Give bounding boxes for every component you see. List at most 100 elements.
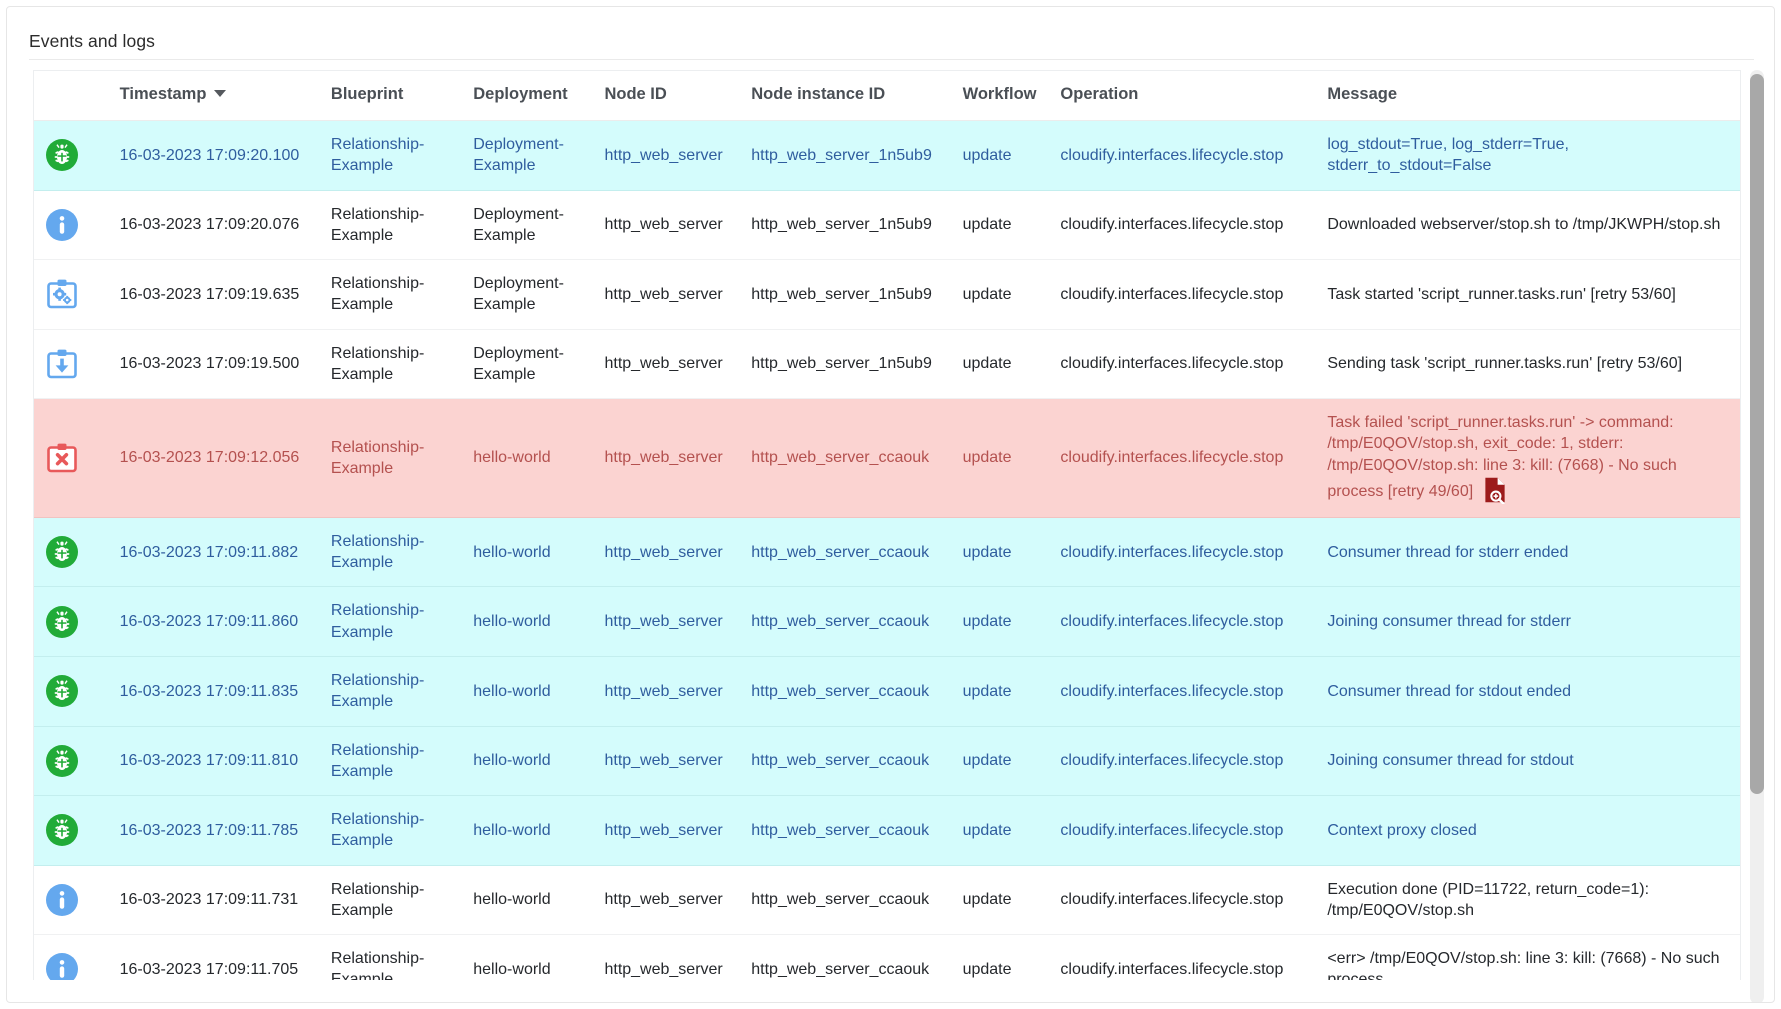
table-row[interactable]: 16-03-2023 17:09:20.100 Relationship-Exam… <box>34 120 1740 191</box>
cell-node-instance-id: http_web_server_ccaouk <box>741 795 953 866</box>
row-level-icon-cell <box>34 795 110 866</box>
vertical-scrollbar-thumb[interactable] <box>1750 74 1764 794</box>
column-header-timestamp[interactable]: Timestamp <box>109 71 321 121</box>
cell-operation: cloudify.interfaces.lifecycle.stop <box>1050 120 1318 191</box>
table-row[interactable]: 16-03-2023 17:09:11.860 Relationship-Exam… <box>34 586 1740 657</box>
title-divider <box>29 59 1754 60</box>
row-level-icon-cell <box>34 517 110 588</box>
cell-deployment: Deployment-Example <box>463 120 595 191</box>
cell-node-id: http_web_server <box>594 398 742 518</box>
events-table-scroll-container[interactable]: Timestamp Blueprint Deployment Node ID N… <box>33 70 1754 1002</box>
cell-node-id: http_web_server <box>594 329 742 400</box>
events-and-logs-panel: Events and logs Timestamp Blueprint Depl… <box>6 6 1775 1003</box>
message-text: Task started 'script_runner.tasks.run' [… <box>1327 285 1676 303</box>
bug-icon <box>44 534 80 570</box>
table-row[interactable]: 16-03-2023 17:09:11.785 Relationship-Exam… <box>34 795 1740 866</box>
message-text: Consumer thread for stderr ended <box>1327 543 1569 561</box>
cell-operation: cloudify.interfaces.lifecycle.stop <box>1050 398 1318 518</box>
cell-node-id: http_web_server <box>594 259 742 330</box>
bug-icon <box>44 604 80 640</box>
cell-blueprint: Relationship-Example <box>320 656 464 727</box>
bug-icon <box>44 812 80 848</box>
row-level-icon-cell <box>34 190 110 261</box>
cell-node-id: http_web_server <box>594 120 742 191</box>
cell-blueprint: Relationship-Example <box>320 190 464 261</box>
cell-operation: cloudify.interfaces.lifecycle.stop <box>1050 726 1318 797</box>
cell-timestamp: 16-03-2023 17:09:11.785 <box>109 795 321 866</box>
cell-timestamp: 16-03-2023 17:09:11.810 <box>109 726 321 797</box>
column-header-message[interactable]: Message <box>1317 71 1740 121</box>
cell-timestamp: 16-03-2023 17:09:11.860 <box>109 586 321 657</box>
cell-message: Task failed 'script_runner.tasks.run' ->… <box>1317 398 1740 518</box>
table-bottom-mask <box>33 980 1754 1002</box>
caret-down-icon[interactable] <box>214 90 227 98</box>
column-header-deployment[interactable]: Deployment <box>463 71 595 121</box>
cell-operation: cloudify.interfaces.lifecycle.stop <box>1050 795 1318 866</box>
column-header-node-instance-id[interactable]: Node instance ID <box>741 71 953 121</box>
table-row[interactable]: 16-03-2023 17:09:11.731 Relationship-Exam… <box>34 865 1740 936</box>
cell-workflow: update <box>952 120 1051 191</box>
cell-node-id: http_web_server <box>594 795 742 866</box>
cell-node-id: http_web_server <box>594 865 742 936</box>
row-level-icon-cell <box>34 120 110 191</box>
column-header-blueprint[interactable]: Blueprint <box>320 71 464 121</box>
cell-message: Context proxy closed <box>1317 795 1740 866</box>
row-level-icon-cell <box>34 398 110 518</box>
cell-node-instance-id: http_web_server_ccaouk <box>741 586 953 657</box>
cell-node-instance-id: http_web_server_ccaouk <box>741 398 953 518</box>
cell-blueprint: Relationship-Example <box>320 398 464 518</box>
cell-blueprint: Relationship-Example <box>320 120 464 191</box>
column-header-node-id[interactable]: Node ID <box>594 71 742 121</box>
info-circle-icon <box>44 882 80 918</box>
cell-node-instance-id: http_web_server_1n5ub9 <box>741 120 953 191</box>
cell-message: Downloaded webserver/stop.sh to /tmp/JKW… <box>1317 190 1740 261</box>
cell-message: Joining consumer thread for stdout <box>1317 726 1740 797</box>
cell-message: Task started 'script_runner.tasks.run' [… <box>1317 259 1740 330</box>
message-text: Joining consumer thread for stderr <box>1327 613 1571 631</box>
cell-blueprint: Relationship-Example <box>320 329 464 400</box>
table-row[interactable]: 16-03-2023 17:09:19.500 Relationship-Exam… <box>34 329 1740 400</box>
cell-operation: cloudify.interfaces.lifecycle.stop <box>1050 329 1318 400</box>
cell-operation: cloudify.interfaces.lifecycle.stop <box>1050 517 1318 588</box>
message-text: log_stdout=True, log_stderr=True, stderr… <box>1327 136 1569 175</box>
cell-node-id: http_web_server <box>594 586 742 657</box>
bug-icon <box>44 137 80 173</box>
table-row[interactable]: 16-03-2023 17:09:20.076 Relationship-Exam… <box>34 190 1740 261</box>
cell-deployment: hello-world <box>463 586 595 657</box>
cell-blueprint: Relationship-Example <box>320 795 464 866</box>
cell-message: Consumer thread for stdout ended <box>1317 656 1740 727</box>
events-table-header: Timestamp Blueprint Deployment Node ID N… <box>34 71 1740 121</box>
page-title: Events and logs <box>29 31 156 51</box>
message-text: Execution done (PID=11722, return_code=1… <box>1327 880 1650 919</box>
table-row[interactable]: 16-03-2023 17:09:11.835 Relationship-Exam… <box>34 656 1740 727</box>
cell-deployment: hello-world <box>463 795 595 866</box>
message-text: Context proxy closed <box>1327 821 1477 839</box>
column-header-operation[interactable]: Operation <box>1050 71 1318 121</box>
clipboard-gears-icon <box>44 276 80 312</box>
cell-message: Joining consumer thread for stderr <box>1317 586 1740 657</box>
table-row[interactable]: 16-03-2023 17:09:11.810 Relationship-Exam… <box>34 726 1740 797</box>
cell-node-instance-id: http_web_server_ccaouk <box>741 865 953 936</box>
cell-node-instance-id: http_web_server_1n5ub9 <box>741 190 953 261</box>
clipboard-error-icon <box>44 440 80 476</box>
cell-workflow: update <box>952 329 1051 400</box>
cell-timestamp: 16-03-2023 17:09:19.500 <box>109 329 321 400</box>
message-text: Sending task 'script_runner.tasks.run' [… <box>1327 355 1683 373</box>
info-circle-icon <box>44 207 80 243</box>
table-row[interactable]: 16-03-2023 17:09:19.635 Relationship-Exam… <box>34 259 1740 330</box>
cell-timestamp: 16-03-2023 17:09:20.076 <box>109 190 321 261</box>
cell-timestamp: 16-03-2023 17:09:11.835 <box>109 656 321 727</box>
table-row[interactable]: 16-03-2023 17:09:12.056 Relationship-Exam… <box>34 398 1740 518</box>
message-text: Downloaded webserver/stop.sh to /tmp/JKW… <box>1327 216 1721 234</box>
cell-workflow: update <box>952 865 1051 936</box>
cell-node-instance-id: http_web_server_1n5ub9 <box>741 329 953 400</box>
cell-message: Consumer thread for stderr ended <box>1317 517 1740 588</box>
cell-deployment: Deployment-Example <box>463 329 595 400</box>
cell-workflow: update <box>952 517 1051 588</box>
cell-node-id: http_web_server <box>594 656 742 727</box>
cell-operation: cloudify.interfaces.lifecycle.stop <box>1050 656 1318 727</box>
view-log-details-icon[interactable] <box>1481 476 1509 504</box>
table-row[interactable]: 16-03-2023 17:09:11.882 Relationship-Exam… <box>34 517 1740 588</box>
column-header-workflow[interactable]: Workflow <box>952 71 1051 121</box>
cell-node-instance-id: http_web_server_ccaouk <box>741 517 953 588</box>
